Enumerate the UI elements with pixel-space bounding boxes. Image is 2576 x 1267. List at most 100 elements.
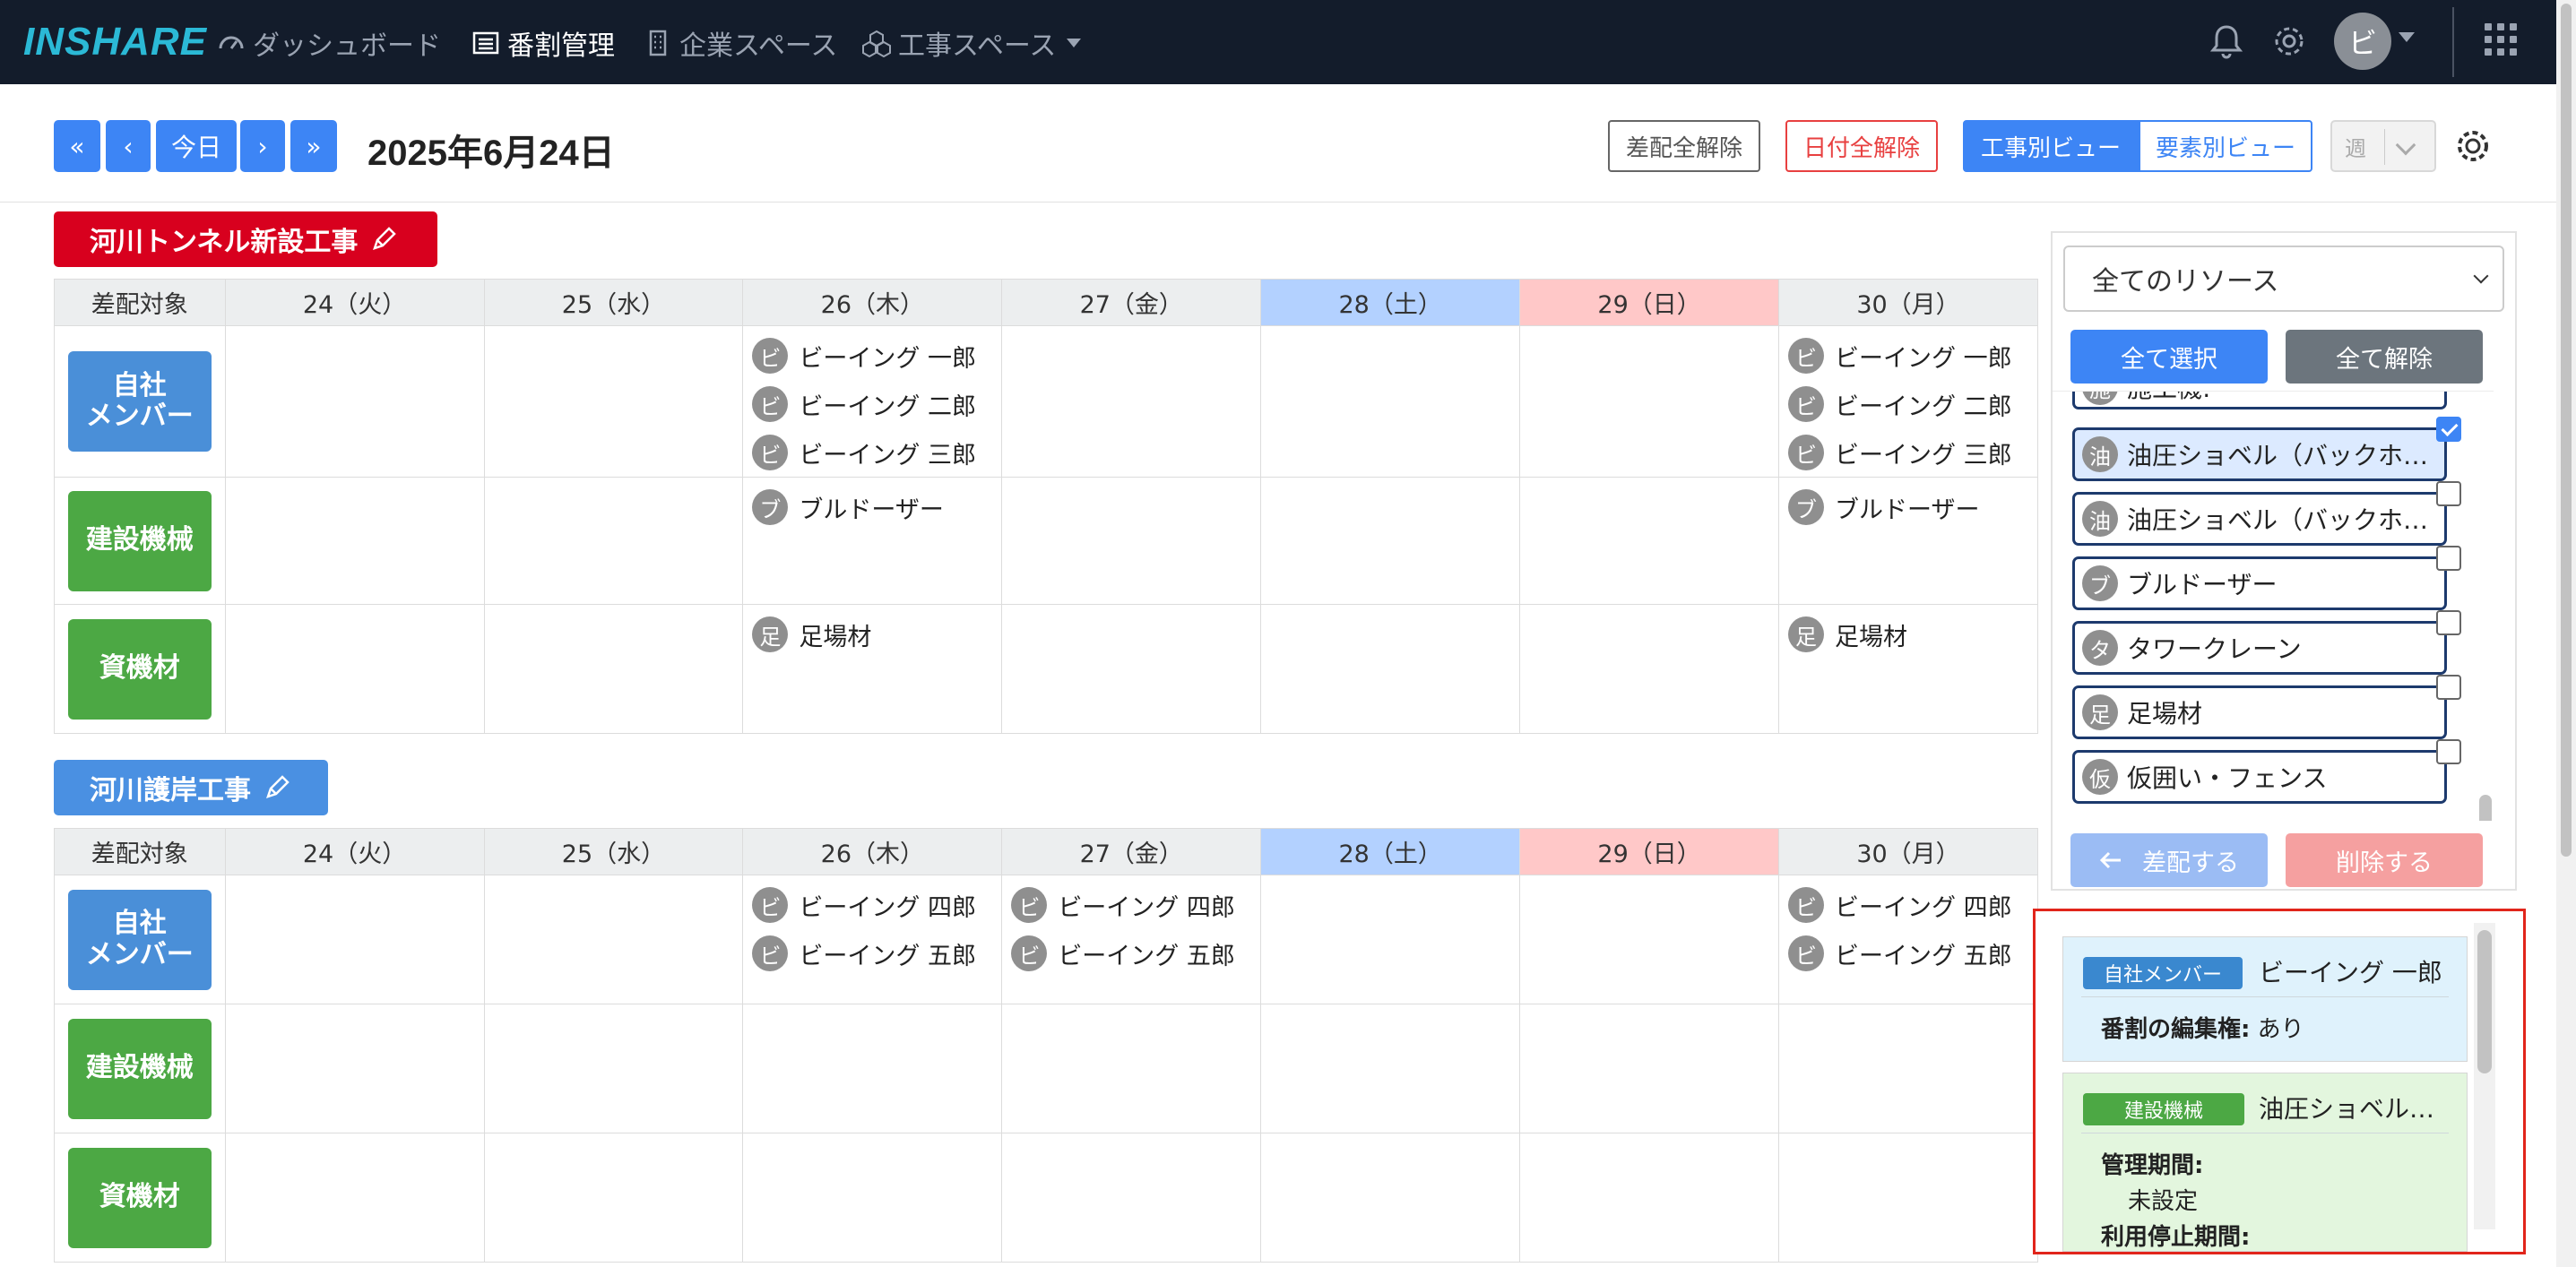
period-select[interactable]: 週 xyxy=(2330,120,2436,172)
detail-scrollbar[interactable] xyxy=(2477,930,2492,1073)
resource-item[interactable]: 油油圧ショベル（バックホー） xyxy=(2072,492,2447,546)
bell-icon[interactable] xyxy=(2207,22,2246,61)
element-view-button[interactable]: 要素別ビュー xyxy=(2139,120,2312,172)
deselect-all-button[interactable]: 全て解除 xyxy=(2286,330,2483,384)
day-cell[interactable]: ビビーイング 一郎ビビーイング 二郎ビビーイング 三郎 xyxy=(742,325,1003,478)
day-cell[interactable] xyxy=(1519,1133,1780,1263)
category-button[interactable]: 建設機械 xyxy=(67,1018,212,1119)
resource-item[interactable]: 施 施工機: xyxy=(2072,392,2447,409)
nav-project-space[interactable]: 工事スペース xyxy=(862,23,1082,63)
day-cell[interactable] xyxy=(1260,477,1521,605)
project-view-button[interactable]: 工事別ビュー xyxy=(1963,120,2139,172)
day-cell[interactable] xyxy=(1778,1004,2038,1133)
day-cell[interactable] xyxy=(224,1004,485,1133)
day-cell[interactable] xyxy=(224,875,485,1004)
project-title-badge[interactable]: 河川護岸工事 xyxy=(54,760,328,815)
day-cell[interactable] xyxy=(742,1004,1003,1133)
day-cell[interactable] xyxy=(1260,1004,1521,1133)
resource-checkbox[interactable] xyxy=(2436,610,2461,635)
resource-list-scrollbar[interactable] xyxy=(2479,795,2492,821)
day-cell[interactable] xyxy=(1260,875,1521,1004)
clear-all-dates-button[interactable]: 日付全解除 xyxy=(1785,120,1938,172)
day-cell[interactable] xyxy=(1001,604,1262,734)
day-cell[interactable] xyxy=(224,325,485,478)
page-scrollbar[interactable] xyxy=(2556,0,2576,1267)
day-cell[interactable] xyxy=(483,1133,744,1263)
next-day-button[interactable]: › xyxy=(240,120,285,172)
day-cell[interactable]: 足足場材 xyxy=(742,604,1003,734)
resource-checkbox[interactable] xyxy=(2436,739,2461,764)
day-cell[interactable] xyxy=(1778,1133,2038,1263)
assign-button[interactable]: 差配する xyxy=(2070,833,2268,887)
assignment-chip[interactable]: 足足場材 xyxy=(752,610,1001,659)
category-button[interactable]: 自社 メンバー xyxy=(67,889,212,990)
assignment-chip[interactable]: ビビーイング 五郎 xyxy=(1011,929,1260,978)
assignment-chip[interactable]: ブブルドーザー xyxy=(752,483,1001,531)
assignment-chip[interactable]: ビビーイング 一郎 xyxy=(752,332,1001,380)
select-all-button[interactable]: 全て選択 xyxy=(2070,330,2268,384)
day-cell[interactable] xyxy=(483,875,744,1004)
settings-icon[interactable] xyxy=(2452,125,2494,167)
gear-icon[interactable] xyxy=(2269,22,2309,61)
user-avatar[interactable]: ビ xyxy=(2334,13,2391,70)
resource-checkbox[interactable] xyxy=(2436,417,2461,442)
day-cell[interactable] xyxy=(742,1133,1003,1263)
pencil-icon[interactable] xyxy=(264,774,290,801)
resource-item[interactable]: 油油圧ショベル（バックホー） xyxy=(2072,427,2447,481)
day-cell[interactable] xyxy=(483,604,744,734)
day-cell[interactable] xyxy=(1260,604,1521,734)
assignment-chip[interactable]: ブブルドーザー xyxy=(1788,483,2037,531)
day-cell[interactable]: ビビーイング 一郎ビビーイング 二郎ビビーイング 三郎 xyxy=(1778,325,2038,478)
resource-checkbox[interactable] xyxy=(2436,675,2461,700)
nav-dashboard[interactable]: ダッシュボード xyxy=(217,23,441,63)
resource-item[interactable]: タタワークレーン xyxy=(2072,621,2447,675)
day-cell[interactable] xyxy=(1260,325,1521,478)
resource-item[interactable]: 仮仮囲い・フェンス xyxy=(2072,750,2447,804)
day-cell[interactable] xyxy=(224,477,485,605)
day-cell[interactable] xyxy=(1519,477,1780,605)
day-cell[interactable]: 足足場材 xyxy=(1778,604,2038,734)
day-cell[interactable]: ブブルドーザー xyxy=(1778,477,2038,605)
assignment-chip[interactable]: ビビーイング 三郎 xyxy=(1788,428,2037,477)
category-button[interactable]: 建設機械 xyxy=(67,490,212,591)
assignment-chip[interactable]: ビビーイング 二郎 xyxy=(1788,380,2037,428)
category-button[interactable]: 資機材 xyxy=(67,618,212,720)
day-cell[interactable] xyxy=(224,604,485,734)
resource-list[interactable]: 施 施工機: 油油圧ショベル（バックホー） 油油圧ショベル（バックホー） ブブルドー… xyxy=(2053,391,2494,821)
assignment-chip[interactable]: ビビーイング 五郎 xyxy=(752,929,1001,978)
app-logo[interactable]: INSHARE xyxy=(23,20,207,65)
category-button[interactable]: 資機材 xyxy=(67,1147,212,1248)
resource-filter-select[interactable]: 全てのリソース xyxy=(2063,246,2504,312)
prev-week-button[interactable]: « xyxy=(54,120,100,172)
assignment-chip[interactable]: ビビーイング 一郎 xyxy=(1788,332,2037,380)
day-cell[interactable]: ビビーイング 四郎ビビーイング 五郎 xyxy=(1778,875,2038,1004)
resource-item[interactable]: 足足場材 xyxy=(2072,685,2447,739)
assignment-chip[interactable]: 足足場材 xyxy=(1788,610,2037,659)
day-cell[interactable] xyxy=(1519,875,1780,1004)
assignment-chip[interactable]: ビビーイング 四郎 xyxy=(1011,881,1260,929)
assignment-chip[interactable]: ビビーイング 二郎 xyxy=(752,380,1001,428)
resource-checkbox[interactable] xyxy=(2436,546,2461,571)
day-cell[interactable] xyxy=(483,325,744,478)
assignment-chip[interactable]: ビビーイング 三郎 xyxy=(752,428,1001,477)
next-week-button[interactable]: » xyxy=(290,120,337,172)
day-cell[interactable] xyxy=(1260,1133,1521,1263)
assignment-chip[interactable]: ビビーイング 四郎 xyxy=(1788,881,2037,929)
project-title-badge[interactable]: 河川トンネル新設工事 xyxy=(54,211,437,267)
day-cell[interactable] xyxy=(1519,1004,1780,1133)
day-cell[interactable] xyxy=(1001,325,1262,478)
day-cell[interactable] xyxy=(1001,477,1262,605)
day-cell[interactable] xyxy=(483,1004,744,1133)
day-cell[interactable] xyxy=(224,1133,485,1263)
apps-grid-icon[interactable] xyxy=(2485,23,2517,56)
day-cell[interactable] xyxy=(483,477,744,605)
category-button[interactable]: 自社 メンバー xyxy=(67,351,212,452)
assignment-chip[interactable]: ビビーイング 四郎 xyxy=(752,881,1001,929)
resource-checkbox[interactable] xyxy=(2436,481,2461,506)
assignment-chip[interactable]: ビビーイング 五郎 xyxy=(1788,929,2037,978)
resource-item[interactable]: ブブルドーザー xyxy=(2072,556,2447,610)
nav-shift-management[interactable]: 番割管理 xyxy=(471,23,615,63)
day-cell[interactable] xyxy=(1519,604,1780,734)
nav-company-space[interactable]: 企業スペース xyxy=(644,23,837,63)
prev-day-button[interactable]: ‹ xyxy=(106,120,151,172)
